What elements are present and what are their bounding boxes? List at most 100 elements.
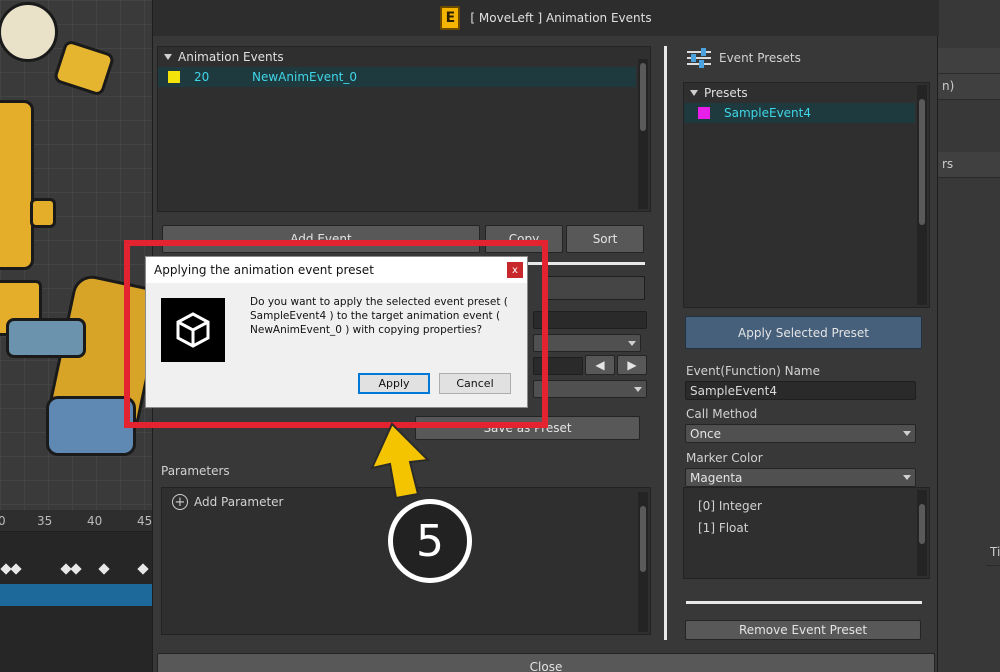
next-frame-button[interactable]: ▶	[617, 355, 647, 375]
robot-forearm-part	[6, 318, 86, 358]
scrollbar-thumb[interactable]	[640, 506, 646, 572]
scrollbar-thumb[interactable]	[919, 504, 925, 544]
event-presets-header: Event Presets	[687, 48, 801, 68]
dropdown-arrow-icon	[903, 475, 911, 480]
annotation-arrow-icon	[370, 422, 431, 500]
inspector-strip: n) rs Ti	[938, 0, 1000, 672]
marker-color-label: Marker Color	[686, 451, 763, 465]
keyframe-marker[interactable]	[70, 563, 82, 575]
preset-param-row[interactable]: [1] Float	[684, 518, 929, 538]
presets-divider	[686, 601, 922, 604]
inspector-row-text: rs	[942, 157, 954, 171]
presets-list-title: Presets	[704, 86, 748, 100]
robot-arm-part	[52, 39, 116, 97]
call-method-label: Call Method	[686, 407, 758, 421]
robot-joint-part	[30, 198, 56, 228]
sort-label: Sort	[592, 232, 618, 246]
timeline-panel[interactable]: 0 35 40 45	[0, 510, 152, 672]
marker-color-dropdown[interactable]: Magenta	[685, 468, 916, 487]
window-titlebar[interactable]: E [ MoveLeft ] Animation Events	[153, 0, 939, 36]
sort-button[interactable]: Sort	[566, 225, 644, 253]
function-name-value: SampleEvent4	[690, 383, 778, 398]
dropdown-arrow-icon	[903, 431, 911, 436]
close-button[interactable]: Close	[157, 653, 935, 672]
inspector-side-label: Ti	[990, 545, 1000, 559]
step-number: 5	[416, 515, 444, 567]
screen: 0 35 40 45 n) rs Ti E [ MoveLeft ] Anima…	[0, 0, 1000, 672]
dialog-message: Do you want to apply the selected event …	[250, 296, 508, 336]
close-label: Close	[529, 660, 563, 672]
close-icon: x	[512, 264, 518, 276]
preset-param-row[interactable]: [0] Integer	[684, 496, 929, 516]
event-logo-icon: E	[440, 6, 461, 30]
foldout-triangle-icon[interactable]	[164, 54, 172, 60]
preset-param-text: [0] Integer	[698, 499, 762, 513]
presets-list-header[interactable]: Presets	[684, 83, 929, 103]
timeline-track[interactable]	[0, 584, 152, 606]
apply-selected-preset-label: Apply Selected Preset	[738, 325, 869, 340]
event-property-field[interactable]	[543, 276, 645, 300]
event-frame: 20	[194, 70, 210, 84]
timeline-tick: 0	[0, 514, 6, 528]
timeline-tick: 45	[137, 514, 153, 528]
apply-preset-dialog: Applying the animation event preset x Do…	[145, 256, 528, 408]
preset-row[interactable]: SampleEvent4	[684, 103, 915, 123]
parameters-scrollbar[interactable]	[638, 492, 648, 632]
event-color-swatch	[168, 71, 180, 83]
add-circle-icon[interactable]: +	[172, 494, 188, 510]
vertical-divider	[664, 46, 667, 640]
marker-color-value: Magenta	[690, 470, 743, 485]
event-call-method-dropdown[interactable]	[533, 334, 641, 352]
events-list-title: Animation Events	[178, 50, 284, 64]
unity-logo-icon	[161, 298, 225, 362]
inspector-row[interactable]: n)	[938, 74, 1000, 100]
keyframe-marker[interactable]	[10, 563, 22, 575]
scrollbar-thumb[interactable]	[640, 63, 646, 131]
animation-events-list: Animation Events 20 NewAnimEvent_0	[157, 46, 651, 212]
events-list-scrollbar[interactable]	[638, 59, 648, 209]
events-list-header[interactable]: Animation Events	[158, 47, 650, 67]
preset-color-swatch	[698, 107, 710, 119]
dropdown-arrow-icon	[634, 386, 642, 392]
event-row[interactable]: 20 NewAnimEvent_0	[158, 67, 636, 87]
event-marker-dropdown[interactable]	[533, 380, 647, 398]
parameters-label: Parameters	[161, 464, 230, 478]
timeline-tick: 40	[87, 514, 103, 528]
keyframe-marker[interactable]	[98, 563, 110, 575]
prev-frame-button[interactable]: ◀	[585, 355, 615, 375]
preset-param-text: [1] Float	[698, 521, 749, 535]
event-name-field[interactable]	[533, 311, 647, 329]
dialog-apply-label: Apply	[378, 377, 410, 390]
presets-scrollbar[interactable]	[917, 85, 927, 305]
dialog-close-button[interactable]: x	[507, 262, 523, 278]
presets-list: Presets SampleEvent4	[683, 82, 930, 308]
inspector-row[interactable]: rs	[938, 152, 1000, 178]
dialog-cancel-label: Cancel	[456, 377, 494, 390]
call-method-dropdown[interactable]: Once	[685, 424, 916, 443]
keyframe-marker[interactable]	[137, 563, 149, 575]
function-name-field[interactable]: SampleEvent4	[685, 381, 916, 400]
preset-parameters-list: [0] Integer [1] Float	[683, 487, 930, 579]
event-name: NewAnimEvent_0	[252, 70, 358, 84]
remove-event-preset-button[interactable]: Remove Event Preset	[685, 620, 921, 640]
function-name-label: Event(Function) Name	[686, 364, 820, 378]
preset-name: SampleEvent4	[724, 106, 812, 120]
preset-params-scrollbar[interactable]	[917, 490, 927, 576]
foldout-triangle-icon[interactable]	[690, 90, 698, 96]
add-parameter-label: Add Parameter	[194, 495, 284, 509]
dialog-cancel-button[interactable]: Cancel	[439, 373, 511, 394]
step-number-badge: 5	[388, 499, 472, 583]
dialog-titlebar[interactable]: Applying the animation event preset x	[146, 257, 527, 283]
dialog-apply-button[interactable]: Apply	[358, 373, 430, 394]
robot-body-part	[0, 100, 34, 270]
robot-foot-part	[46, 396, 136, 456]
inspector-row[interactable]	[938, 48, 1000, 74]
timeline-ruler[interactable]: 0 35 40 45	[0, 510, 152, 532]
window-title: [ MoveLeft ] Animation Events	[470, 11, 652, 25]
dialog-title: Applying the animation event preset	[154, 263, 374, 277]
timeline-tick: 35	[37, 514, 53, 528]
apply-selected-preset-button[interactable]: Apply Selected Preset	[685, 316, 922, 349]
robot-head-part	[0, 2, 58, 62]
scrollbar-thumb[interactable]	[919, 99, 925, 225]
inspector-row: Ti	[986, 540, 1000, 566]
